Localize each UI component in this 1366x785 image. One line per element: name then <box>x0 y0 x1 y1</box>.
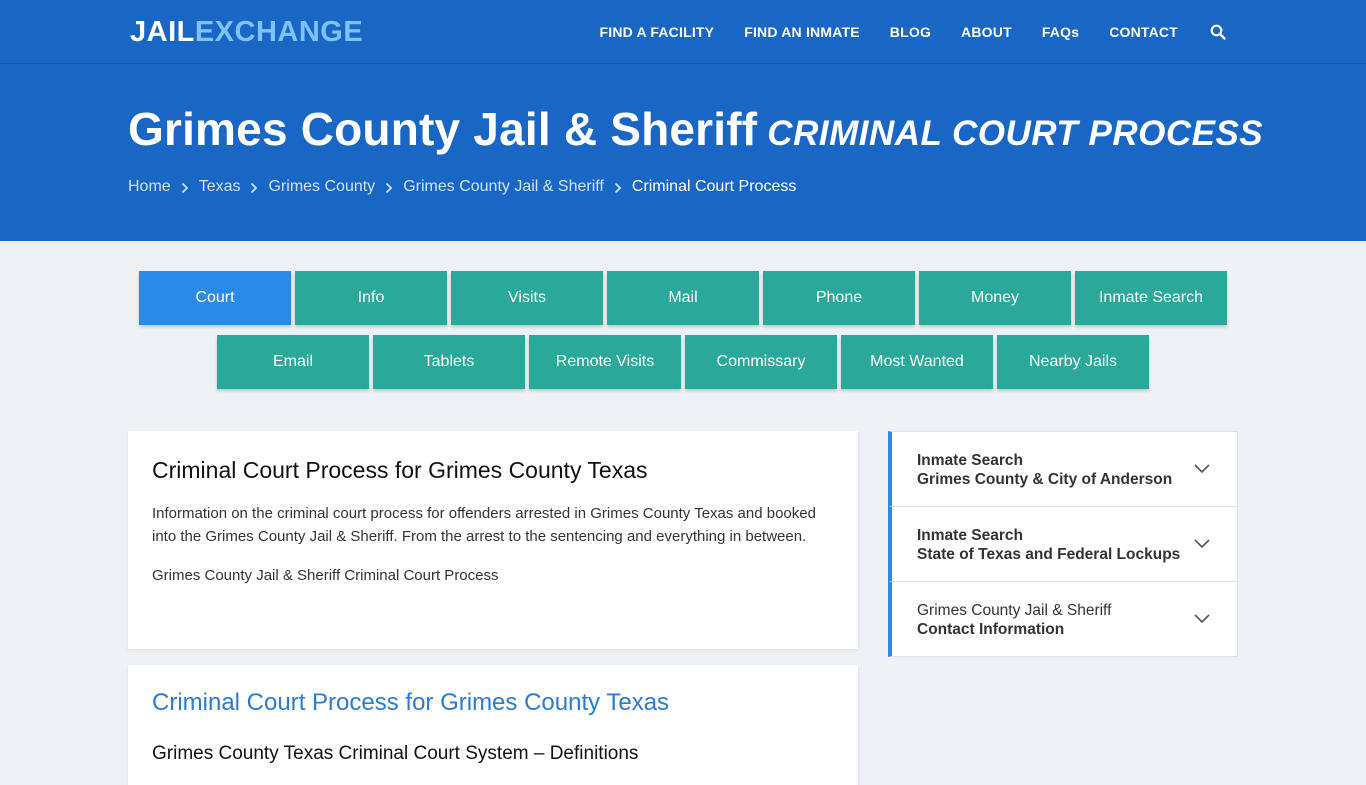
page-title-subtitle: CRIMINAL COURT PROCESS <box>767 114 1264 153</box>
details-heading: Criminal Court Process for Grimes County… <box>152 689 670 716</box>
accordion-label-bottom: State of Texas and Federal Lockups <box>917 546 1181 563</box>
tab-money[interactable]: Money <box>919 271 1071 325</box>
nav-find-facility[interactable]: FIND A FACILITY <box>599 24 714 40</box>
intro-text: Information on the criminal court proces… <box>152 505 816 545</box>
nav-blog[interactable]: BLOG <box>890 24 931 40</box>
tab-email[interactable]: Email <box>217 335 369 389</box>
logo-text-jail: JAIL <box>130 16 195 48</box>
nav-contact[interactable]: CONTACT <box>1109 24 1178 40</box>
accordion-inmate-search-state[interactable]: Inmate Search State of Texas and Federal… <box>888 506 1238 582</box>
tab-tablets[interactable]: Tablets <box>373 335 525 389</box>
accordion-label-top: Inmate Search <box>917 527 1023 544</box>
facility-tabs: Court Info Visits Mail Phone Money Inmat… <box>0 271 1366 399</box>
tab-visits[interactable]: Visits <box>451 271 603 325</box>
tab-commissary[interactable]: Commissary <box>685 335 837 389</box>
chevron-down-icon[interactable] <box>1193 612 1211 624</box>
tab-remote-visits[interactable]: Remote Visits <box>529 335 681 389</box>
site-logo[interactable]: JAILEXCHANGE <box>130 16 363 49</box>
page-title: Grimes County Jail & Sheriff CRIMINAL COU… <box>128 102 1263 156</box>
logo-text-exchange: EXCHANGE <box>194 16 364 48</box>
chevron-down-icon[interactable] <box>1193 462 1211 474</box>
nav-faqs[interactable]: FAQs <box>1042 24 1079 40</box>
hero-banner: Grimes County Jail & Sheriff CRIMINAL COU… <box>0 64 1366 241</box>
accordion-label-top: Inmate Search <box>917 452 1023 469</box>
breadcrumb-home[interactable]: Home <box>128 178 171 196</box>
accordion-label-top: Grimes County Jail & Sheriff <box>917 602 1112 619</box>
details-card: Criminal Court Process for Grimes County… <box>128 665 858 785</box>
nav-about[interactable]: ABOUT <box>961 24 1012 40</box>
accordion-inmate-search-county[interactable]: Inmate Search Grimes County & City of An… <box>888 431 1238 507</box>
breadcrumb-facility[interactable]: Grimes County Jail & Sheriff <box>403 178 604 196</box>
accordion-contact-info[interactable]: Grimes County Jail & Sheriff Contact Inf… <box>888 581 1238 657</box>
chevron-right-icon <box>250 181 258 194</box>
breadcrumb-texas[interactable]: Texas <box>199 178 241 196</box>
breadcrumb-county[interactable]: Grimes County <box>268 178 375 196</box>
breadcrumb-current: Criminal Court Process <box>631 178 797 195</box>
intro-subtext: Grimes County Jail & Sheriff Criminal Co… <box>152 567 499 584</box>
tab-mail[interactable]: Mail <box>607 271 759 325</box>
chevron-right-icon <box>614 181 622 194</box>
page-title-main: Grimes County Jail & Sheriff <box>128 103 758 155</box>
accordion-label-bottom: Grimes County & City of Anderson <box>917 471 1173 488</box>
intro-heading: Criminal Court Process for Grimes County… <box>152 457 648 483</box>
breadcrumb: Home Texas Grimes County Grimes County J… <box>128 178 796 196</box>
definitions-heading: Grimes County Texas Criminal Court Syste… <box>152 743 639 764</box>
chevron-right-icon <box>385 181 393 194</box>
chevron-down-icon[interactable] <box>1193 537 1211 549</box>
sidebar-accordion: Inmate Search Grimes County & City of An… <box>888 431 1238 657</box>
accordion-label-bottom: Contact Information <box>917 621 1065 638</box>
tab-court[interactable]: Court <box>139 271 291 325</box>
chevron-right-icon <box>181 181 189 194</box>
tab-most-wanted[interactable]: Most Wanted <box>841 335 993 389</box>
tab-nearby-jails[interactable]: Nearby Jails <box>997 335 1149 389</box>
tab-phone[interactable]: Phone <box>763 271 915 325</box>
nav-find-inmate[interactable]: FIND AN INMATE <box>744 24 860 40</box>
tab-info[interactable]: Info <box>295 271 447 325</box>
tab-inmate-search[interactable]: Inmate Search <box>1075 271 1227 325</box>
top-navbar: JAILEXCHANGE FIND A FACILITY FIND AN INM… <box>0 0 1366 64</box>
main-menu: FIND A FACILITY FIND AN INMATE BLOG ABOU… <box>569 0 1226 64</box>
search-icon[interactable] <box>1210 24 1226 40</box>
intro-card: Criminal Court Process for Grimes County… <box>128 431 858 649</box>
